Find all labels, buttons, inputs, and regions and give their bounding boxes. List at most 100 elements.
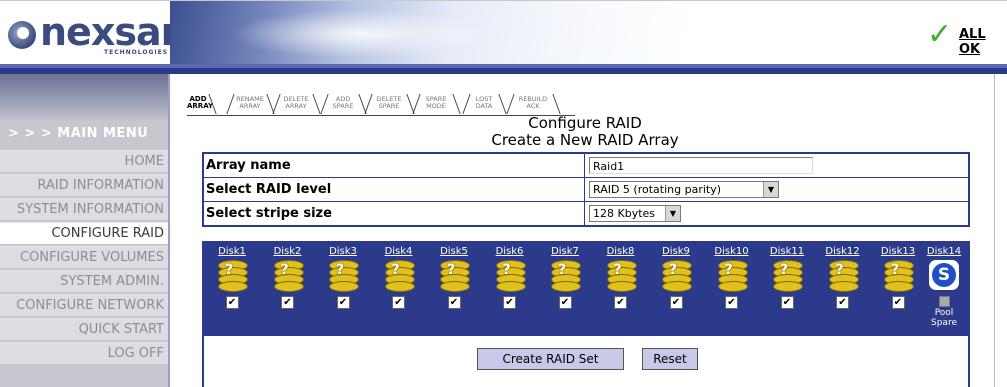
disk-item: Disk8? ✔ <box>597 245 645 333</box>
disk-item: Disk9? ✔ <box>652 245 700 333</box>
chevron-down-icon: ▼ <box>665 206 680 221</box>
nav-item-log-off[interactable]: LOG OFF <box>0 342 168 364</box>
disk-link[interactable]: Disk1 <box>208 245 256 258</box>
disk-checkbox[interactable]: ✔ <box>669 296 683 309</box>
disk-link[interactable]: Disk5 <box>430 245 478 258</box>
nav-item-configure-raid[interactable]: CONFIGURE RAID <box>0 222 168 244</box>
disk-drive-icon: ? <box>438 260 470 292</box>
disk-link[interactable]: Disk8 <box>597 245 645 258</box>
checkmark-icon: ✓ <box>927 17 953 52</box>
stripe-size-label: Select stripe size <box>206 206 332 221</box>
disk-checkbox[interactable]: ✔ <box>225 296 239 309</box>
raid-form: Array name Raid1 Select RAID level RAID … <box>202 152 970 227</box>
disk-checkbox[interactable]: ✔ <box>392 296 405 309</box>
disk-checkbox[interactable]: ✔ <box>891 296 905 309</box>
disk-drive-icon: ? <box>716 260 748 292</box>
disk-item: Disk1? ✔ <box>208 245 256 333</box>
disk-item: Disk12? ✔ <box>819 245 867 333</box>
tab-add-spare[interactable]: ADD SPARE <box>320 92 367 116</box>
pool-spare-icon: S <box>929 260 959 290</box>
disk-item: Disk13? ✔ <box>874 245 922 333</box>
nav-item-system-information[interactable]: SYSTEM INFORMATION <box>0 198 168 220</box>
disk-checkbox[interactable]: ✔ <box>836 296 849 309</box>
header-banner <box>170 1 1007 65</box>
disk-item: Disk5? ✔ <box>430 245 478 333</box>
disk-drive-icon: ? <box>827 260 859 292</box>
disk-checkbox[interactable]: ✔ <box>780 296 794 309</box>
disk-item: Disk3? ✔ <box>319 245 367 333</box>
raid-level-select[interactable]: RAID 5 (rotating parity) ▼ <box>589 181 779 198</box>
raid-level-row: Select RAID level RAID 5 (rotating parit… <box>204 178 968 202</box>
disk-selection-panel: Disk1? ✔ Disk2? ✔ Disk3? ✔ Disk4? ✔ Disk5? ✔ Disk6… <box>202 241 970 336</box>
disk-item: Disk10? ✔ <box>708 245 756 333</box>
array-name-row: Array name Raid1 <box>204 154 968 178</box>
reset-button[interactable]: Reset <box>642 348 698 370</box>
disk-drive-icon: ? <box>383 260 415 292</box>
tab-add-array[interactable]: ADD ARRAY <box>187 92 217 116</box>
disk-drive-icon: ? <box>771 260 803 292</box>
status-indicator[interactable]: ✓ ALL OK <box>927 17 1007 58</box>
tab-delete-spare[interactable]: DELETE SPARE <box>364 92 415 116</box>
disk-link[interactable]: Disk11 <box>763 245 811 258</box>
tab-rename-array[interactable]: RENAME ARRAY <box>226 92 275 116</box>
disk-link[interactable]: Disk6 <box>486 245 534 258</box>
disk-checkbox[interactable]: ✔ <box>447 296 461 309</box>
disk-link[interactable]: Disk9 <box>652 245 700 258</box>
spare-disk: Disk14 S Pool Spare <box>920 245 968 333</box>
disk-link[interactable]: Disk7 <box>541 245 589 258</box>
disk-item: Disk4? ✔ <box>375 245 423 333</box>
disk-drive-icon: ? <box>327 260 359 292</box>
disk-checkbox[interactable]: ✔ <box>558 296 572 309</box>
disk-drive-icon: ? <box>216 260 248 292</box>
nav-item-system-admin[interactable]: SYSTEM ADMIN. <box>0 270 168 292</box>
spare-checkbox[interactable] <box>938 296 950 307</box>
raid-level-label: Select RAID level <box>206 182 332 197</box>
array-name-label: Array name <box>206 158 291 173</box>
tab-lost-data[interactable]: LOST DATA <box>462 92 507 116</box>
disk-drive-icon: ? <box>494 260 526 292</box>
disk-link[interactable]: Disk3 <box>319 245 367 258</box>
disk-link[interactable]: Disk13 <box>874 245 922 258</box>
disk-drive-icon: ? <box>605 260 637 292</box>
create-raid-set-button[interactable]: Create RAID Set <box>477 348 624 370</box>
form-actions: Create RAID Set Reset <box>202 336 970 387</box>
status-link[interactable]: ALL OK <box>959 27 1007 57</box>
disk-checkbox[interactable]: ✔ <box>503 296 516 309</box>
disk-drive-icon: ? <box>272 260 304 292</box>
nav-item-home[interactable]: HOME <box>0 150 168 172</box>
page-title: Configure RAID <box>528 114 642 132</box>
disk-item: Disk2? ✔ <box>264 245 312 333</box>
disk-link[interactable]: Disk14 <box>920 245 968 258</box>
logo-swirl-icon <box>8 21 36 49</box>
disk-link[interactable]: Disk4 <box>375 245 423 258</box>
tab-spare-mode[interactable]: SPARE MODE <box>412 92 461 116</box>
scrollbar[interactable] <box>994 74 1007 387</box>
header-divider <box>0 64 1007 74</box>
disk-checkbox[interactable]: ✔ <box>336 296 350 309</box>
nexsan-logo: nexsan TECHNOLOGIES <box>8 9 188 57</box>
disk-item: Disk7? ✔ <box>541 245 589 333</box>
disk-link[interactable]: Disk12 <box>819 245 867 258</box>
disk-link[interactable]: Disk10 <box>708 245 756 258</box>
array-name-input[interactable]: Raid1 <box>589 157 813 174</box>
disk-item: Disk11? ✔ <box>763 245 811 333</box>
nav-item-configure-network[interactable]: CONFIGURE NETWORK <box>0 294 168 316</box>
main-menu-heading: > > > MAIN MENU <box>8 126 149 141</box>
logo-wordmark: nexsan <box>40 10 188 54</box>
disk-link[interactable]: Disk2 <box>264 245 312 258</box>
header: nexsan TECHNOLOGIES ✓ ALL OK <box>0 0 1007 65</box>
page-subtitle: Create a New RAID Array <box>491 131 679 149</box>
disk-checkbox[interactable]: ✔ <box>725 296 738 309</box>
pool-spare-label: Pool Spare <box>931 308 957 328</box>
tab-rebuild-ack[interactable]: REBUILD ACK <box>506 92 561 116</box>
stripe-size-select[interactable]: 128 Kbytes ▼ <box>589 205 681 222</box>
disk-drive-icon: ? <box>882 260 914 292</box>
tab-delete-array[interactable]: DELETE ARRAY <box>272 92 321 116</box>
disk-drive-icon: ? <box>549 260 581 292</box>
nav-item-raid-information[interactable]: RAID INFORMATION <box>0 174 168 196</box>
nav-item-quick-start[interactable]: QUICK START <box>0 318 168 340</box>
stripe-size-row: Select stripe size 128 Kbytes ▼ <box>204 202 968 225</box>
disk-checkbox[interactable]: ✔ <box>614 296 627 309</box>
disk-checkbox[interactable]: ✔ <box>281 296 294 309</box>
nav-item-configure-volumes[interactable]: CONFIGURE VOLUMES <box>0 246 168 268</box>
